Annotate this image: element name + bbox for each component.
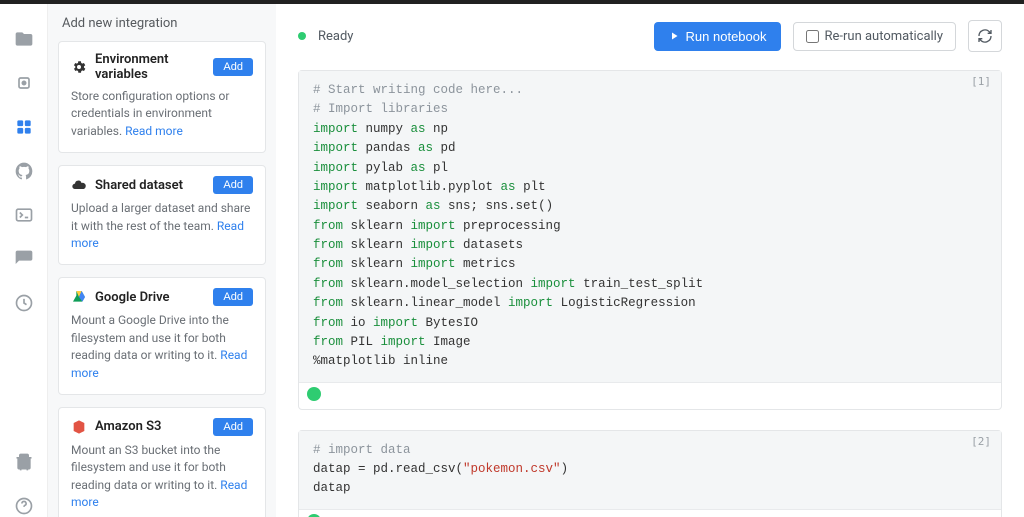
card-description: Mount an S3 bucket into the filesystem a… bbox=[71, 442, 253, 512]
github-icon[interactable] bbox=[13, 160, 35, 182]
refresh-button[interactable] bbox=[968, 20, 1002, 52]
card-title: Environment variables bbox=[95, 52, 205, 82]
history-icon[interactable] bbox=[13, 292, 35, 314]
integration-card: Google Drive Add Mount a Google Drive into… bbox=[58, 277, 266, 395]
rerun-label: Re-run automatically bbox=[825, 29, 944, 44]
gdrive-icon bbox=[71, 289, 87, 305]
add-integration-button[interactable]: Add bbox=[213, 58, 253, 76]
kernel-status: Ready bbox=[318, 29, 353, 44]
s3-icon bbox=[71, 419, 87, 435]
code-cell: [2]# import data datap = pd.read_csv("po… bbox=[298, 430, 1002, 517]
rerun-auto-toggle[interactable]: Re-run automatically bbox=[793, 22, 957, 51]
comment-icon[interactable] bbox=[13, 248, 35, 270]
integration-card: Shared dataset Add Upload a larger dataset… bbox=[58, 165, 266, 265]
integrations-panel: Add new integration Environment variable… bbox=[48, 4, 276, 517]
card-title: Shared dataset bbox=[95, 178, 205, 193]
read-more-link[interactable]: Read more bbox=[71, 478, 247, 509]
run-label: Run notebook bbox=[686, 29, 767, 44]
rerun-checkbox[interactable] bbox=[806, 30, 819, 43]
cloud-icon bbox=[71, 177, 87, 193]
notebook-main: Ready Run notebook Re-run automatically … bbox=[276, 4, 1024, 517]
add-integration-button[interactable]: Add bbox=[213, 176, 253, 194]
cell-counter: [2] bbox=[971, 435, 991, 448]
cell-counter: [1] bbox=[971, 75, 991, 88]
panel-title: Add new integration bbox=[58, 14, 266, 41]
read-more-link[interactable]: Read more bbox=[71, 348, 247, 379]
card-description: Store configuration options or credentia… bbox=[71, 88, 253, 140]
integration-card: Environment variables Add Store configurat… bbox=[58, 41, 266, 153]
refresh-icon bbox=[977, 28, 993, 44]
read-more-link[interactable]: Read more bbox=[71, 219, 244, 250]
success-icon bbox=[307, 387, 321, 401]
add-integration-button[interactable]: Add bbox=[213, 418, 253, 436]
code-editor[interactable]: # Start writing code here... # Import li… bbox=[299, 71, 1001, 383]
card-title: Google Drive bbox=[95, 290, 205, 305]
card-description: Upload a larger dataset and share it wit… bbox=[71, 200, 253, 252]
status-dot-icon bbox=[298, 32, 306, 40]
folder-icon[interactable] bbox=[13, 28, 35, 50]
card-title: Amazon S3 bbox=[95, 419, 205, 434]
apps-icon[interactable] bbox=[13, 116, 35, 138]
run-notebook-button[interactable]: Run notebook bbox=[654, 22, 781, 51]
chip-icon[interactable] bbox=[13, 72, 35, 94]
card-description: Mount a Google Drive into the filesystem… bbox=[71, 312, 253, 382]
terminal-icon[interactable] bbox=[13, 204, 35, 226]
integration-card: Amazon S3 Add Mount an S3 bucket into the … bbox=[58, 407, 266, 517]
code-editor[interactable]: # import data datap = pd.read_csv("pokem… bbox=[299, 431, 1001, 510]
add-integration-button[interactable]: Add bbox=[213, 288, 253, 306]
play-icon bbox=[668, 30, 680, 42]
help-icon[interactable] bbox=[13, 495, 35, 517]
read-more-link[interactable]: Read more bbox=[125, 124, 183, 138]
gear-icon bbox=[71, 59, 87, 75]
code-cell: [1]# Start writing code here... # Import… bbox=[298, 70, 1002, 410]
nav-rail bbox=[0, 4, 48, 517]
toolbar: Ready Run notebook Re-run automatically bbox=[298, 20, 1002, 52]
feedback-icon[interactable] bbox=[13, 451, 35, 473]
